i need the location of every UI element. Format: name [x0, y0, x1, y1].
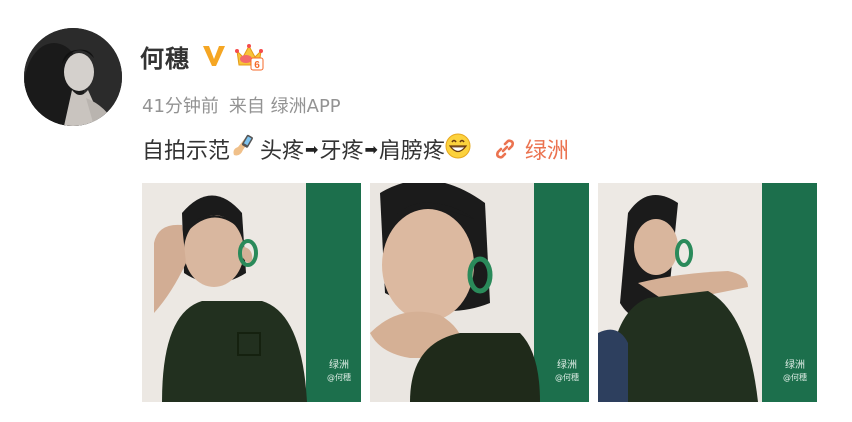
content-text-2: 头疼: [260, 139, 305, 164]
vip-crown-level-6-icon[interactable]: 6: [234, 41, 264, 71]
post-source[interactable]: 来自 绿洲APP: [229, 92, 341, 118]
oasis-link-label: 绿洲: [524, 139, 569, 164]
photo-grid: 绿洲 @何穗 绿洲 @何穗 绿洲 @何穗: [142, 183, 817, 402]
right-arrow-icon: ➡: [364, 139, 378, 159]
name-row: 何穗 6: [140, 38, 264, 74]
content-text-3: 牙疼: [319, 139, 364, 164]
photo-2[interactable]: 绿洲 @何穗: [370, 183, 589, 402]
link-chain-icon: [493, 137, 517, 161]
photo-3[interactable]: 绿洲 @何穗: [598, 183, 817, 402]
avatar[interactable]: [24, 28, 122, 126]
meta-row: 41分钟前 来自 绿洲APP: [142, 92, 341, 118]
photo-1[interactable]: 绿洲 @何穗: [142, 183, 361, 402]
post-content: 自拍示范 头疼 ➡ 牙疼 ➡ 肩膀疼 绿洲: [142, 132, 569, 166]
content-text-1: 自拍示范: [142, 139, 231, 164]
post-time[interactable]: 41分钟前: [142, 92, 219, 118]
grinning-emoji-icon: [445, 133, 471, 165]
photo-watermark: 绿洲 @何穗: [555, 360, 579, 382]
photo-watermark: 绿洲 @何穗: [327, 360, 351, 382]
content-text-4: 肩膀疼: [378, 139, 445, 164]
verified-v-icon[interactable]: [202, 43, 226, 69]
username[interactable]: 何穗: [140, 39, 190, 74]
right-arrow-icon: ➡: [305, 139, 319, 159]
vip-level-text: 6: [254, 60, 260, 71]
oasis-link[interactable]: 绿洲: [493, 133, 569, 165]
phone-emoji-icon: [230, 133, 254, 165]
photo-watermark: 绿洲 @何穗: [783, 360, 807, 382]
